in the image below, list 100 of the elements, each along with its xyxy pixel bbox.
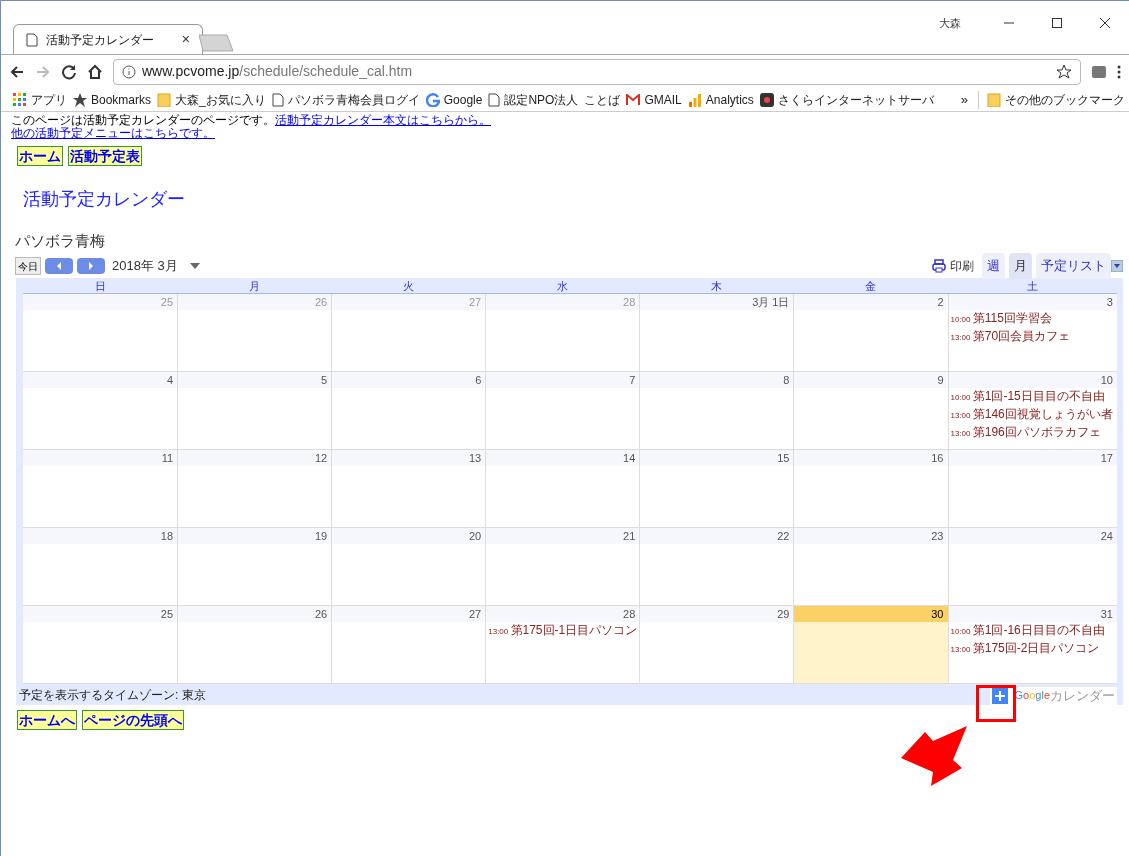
dropdown-icon xyxy=(189,263,200,269)
day-number: 9 xyxy=(794,372,948,388)
intro-link[interactable]: 活動予定カレンダー本文はこちらから。 xyxy=(275,113,491,127)
day-number: 21 xyxy=(486,528,640,544)
weekday-header: 土 xyxy=(1025,279,1039,294)
folder-icon xyxy=(157,92,172,107)
reload-icon xyxy=(61,63,77,80)
envelope-m-icon xyxy=(626,93,641,106)
day-number: 30 xyxy=(794,606,948,622)
day-number: 3月 1日 xyxy=(640,294,794,310)
day-number: 28 xyxy=(486,294,640,310)
forward-icon xyxy=(35,63,51,80)
bookmark-item[interactable]: 認定NPO法人 xyxy=(504,90,579,109)
nav-link[interactable]: ページの先頭へ xyxy=(82,710,184,730)
close-icon[interactable]: × xyxy=(181,29,190,50)
day-number: 13 xyxy=(332,450,486,466)
weekday-header: 日 xyxy=(93,279,107,294)
bookmark-item[interactable]: GMAIL xyxy=(644,90,682,109)
url-text: www.pcvome.jp/schedule/schedule_cal.htm xyxy=(142,62,413,81)
day-number: 19 xyxy=(178,528,332,544)
event-entry[interactable]: 13:00 第146回視覚しょうがい者 xyxy=(948,406,1117,424)
day-number: 26 xyxy=(178,294,332,310)
bookmark-item[interactable]: Google xyxy=(443,90,483,109)
day-number: 17 xyxy=(948,450,1117,466)
bookmark-item[interactable]: その他のブックマーク xyxy=(1005,90,1125,109)
browser-tab[interactable]: 活動予定カレンダー × xyxy=(13,24,203,54)
day-number: 18 xyxy=(23,528,178,544)
g-logo-icon xyxy=(425,92,440,107)
printer-icon xyxy=(932,259,946,273)
overflow-chevron[interactable]: » xyxy=(960,89,968,110)
right-triangle-icon xyxy=(87,261,95,271)
day-number: 27 xyxy=(332,606,486,622)
page-heading: 活動予定カレンダー xyxy=(23,188,186,210)
page-icon xyxy=(26,32,38,47)
bookmark-item[interactable]: アプリ xyxy=(31,90,67,109)
view-tab[interactable]: 予定リスト xyxy=(1036,253,1111,279)
next-button[interactable] xyxy=(77,258,105,274)
bookmark-item[interactable]: ことば xyxy=(584,90,621,109)
calendar-title: パソボラ青梅 xyxy=(15,231,106,250)
event-entry[interactable]: 13:00 第175回-1日目パソコン xyxy=(486,622,640,640)
menu-icon xyxy=(1117,63,1121,80)
day-number: 3 xyxy=(948,294,1117,310)
day-number: 6 xyxy=(332,372,486,388)
bookmark-item[interactable]: Analytics xyxy=(705,90,754,109)
weekday-header: 金 xyxy=(863,279,877,294)
day-number: 25 xyxy=(23,294,178,310)
today-button[interactable]: 今日 xyxy=(15,257,41,275)
dropdown-icon xyxy=(1111,260,1123,272)
info-icon xyxy=(122,64,136,79)
timezone-text: 予定を表示するタイムゾーン: 東京 xyxy=(19,686,206,704)
address-field[interactable]: www.pcvome.jp/schedule/schedule_cal.htm xyxy=(113,58,1081,85)
profile-name[interactable]: 大森 xyxy=(939,14,961,32)
extension-icon xyxy=(1091,63,1107,80)
menu-link[interactable]: 他の活動予定メニューはこちらです。 xyxy=(11,127,215,140)
day-number: 15 xyxy=(640,450,794,466)
bookmark-item[interactable]: さくらインターネットサーバ xyxy=(777,90,934,109)
view-tab[interactable]: 月 xyxy=(1009,253,1032,279)
day-number: 16 xyxy=(794,450,948,466)
day-number: 25 xyxy=(23,606,178,622)
star-icon xyxy=(1056,63,1072,80)
weekday-header: 水 xyxy=(555,279,569,294)
nav-link[interactable]: ホームへ xyxy=(17,710,77,730)
event-entry[interactable]: 10:00 第1回-16日目目の不自由 xyxy=(948,622,1117,640)
bookmark-item[interactable]: パソボラ青梅会員ログイ xyxy=(287,90,420,109)
apps-icon xyxy=(13,92,27,107)
highlight-frame xyxy=(976,685,1016,722)
folder-icon xyxy=(987,92,1001,107)
event-entry[interactable]: 10:00 第1回-15日目目の不自由 xyxy=(948,388,1117,406)
bar-chart-icon xyxy=(687,92,702,107)
left-triangle-icon xyxy=(55,261,63,271)
prev-button[interactable] xyxy=(45,258,73,274)
back-icon xyxy=(9,63,25,80)
tab-title: 活動予定カレンダー xyxy=(46,31,155,49)
day-number: 31 xyxy=(948,606,1117,622)
month-label: 2018年 3月 xyxy=(112,257,178,276)
print-link[interactable]: 印刷 xyxy=(950,257,974,275)
page-icon xyxy=(271,92,284,107)
day-number: 28 xyxy=(486,606,640,622)
day-number: 20 xyxy=(332,528,486,544)
event-entry[interactable]: 10:00 第115回学習会 xyxy=(948,310,1117,328)
day-number: 26 xyxy=(178,606,332,622)
bookmark-item[interactable]: Bookmarks xyxy=(91,90,152,109)
maximize-icon xyxy=(1051,17,1063,29)
star-icon xyxy=(73,92,87,107)
weekday-header: 火 xyxy=(401,279,415,294)
nav-link[interactable]: ホーム xyxy=(17,146,63,166)
nav-link[interactable]: 活動予定表 xyxy=(68,146,142,166)
event-entry[interactable]: 13:00 第196回パソボラカフェ xyxy=(948,424,1117,442)
day-number: 10 xyxy=(948,372,1117,388)
day-number: 27 xyxy=(332,294,486,310)
day-number: 11 xyxy=(23,450,178,466)
close-icon xyxy=(1099,17,1111,29)
weekday-header: 月 xyxy=(247,279,261,294)
event-entry[interactable]: 13:00 第175回-2日目パソコン xyxy=(948,640,1117,658)
day-number: 23 xyxy=(794,528,948,544)
bookmark-item[interactable]: 大森_お気に入り xyxy=(175,90,266,109)
event-entry[interactable]: 13:00 第70回会員カフェ xyxy=(948,328,1117,346)
view-tab[interactable]: 週 xyxy=(982,253,1005,279)
intro-text: このページは活動予定カレンダーのページです。活動予定カレンダー本文はこちらから。 xyxy=(11,114,492,127)
day-number: 29 xyxy=(640,606,794,622)
